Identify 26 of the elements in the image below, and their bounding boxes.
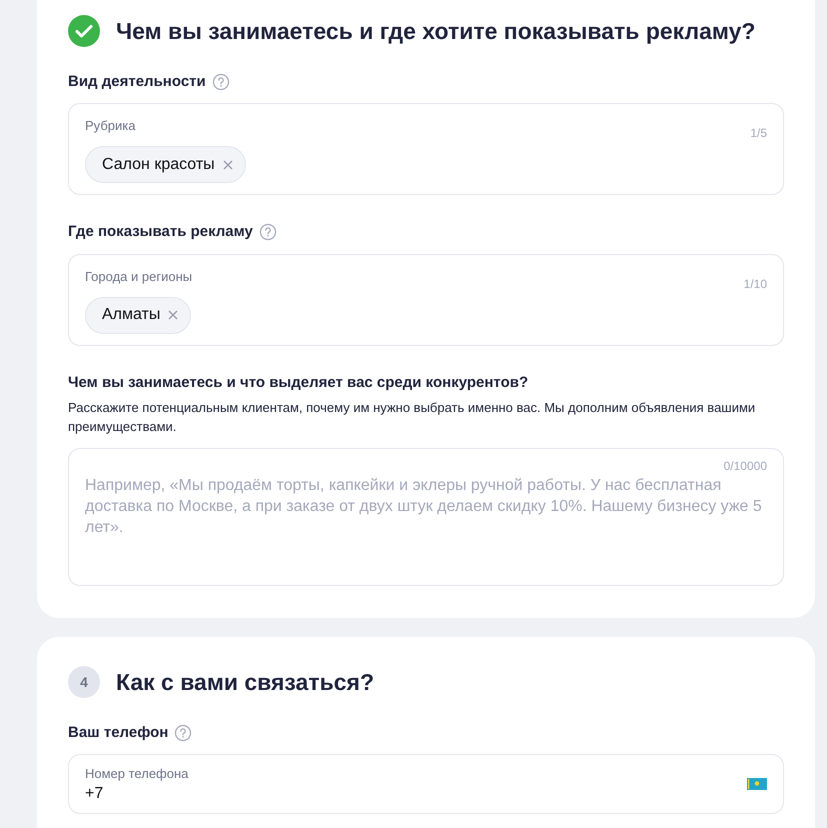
field-caption: Города и регионы bbox=[85, 268, 192, 286]
phone-value: +7 bbox=[85, 784, 104, 804]
tag-label: Алматы bbox=[102, 305, 160, 325]
field-label: Чем вы занимаетесь и что выделяет вас среди конкурентов? bbox=[68, 372, 528, 392]
section-title: Чем вы занимаетесь и где хотите показывать рекламу? bbox=[116, 17, 756, 46]
field-label: Ваш телефон bbox=[68, 722, 168, 742]
tag-label: Салон красоты bbox=[102, 154, 215, 174]
section-title: Как с вами связаться? bbox=[116, 668, 374, 697]
help-icon[interactable] bbox=[258, 223, 277, 242]
tag-input-field[interactable]: Рубрика 1/5 Салон красоты bbox=[68, 103, 784, 195]
field-label: Вид деятельности bbox=[68, 72, 206, 92]
counter: 1/5 bbox=[750, 125, 767, 142]
tag-input-field[interactable]: Города и регионы 1/10 Алматы bbox=[68, 254, 784, 346]
field-caption: Номер телефона bbox=[85, 765, 188, 784]
counter: 0/10000 bbox=[724, 458, 767, 475]
phone-field[interactable]: Номер телефона +7 bbox=[68, 754, 784, 814]
field-description: Расскажите потенциальным клиентам, почему им нужно выбрать именно вас. Мы дополним объявления вашими преимуществами. bbox=[68, 399, 756, 436]
help-icon[interactable] bbox=[212, 72, 230, 91]
close-icon[interactable] bbox=[168, 310, 178, 320]
step-number: 4 bbox=[68, 666, 100, 698]
help-icon[interactable] bbox=[174, 724, 192, 742]
close-icon[interactable] bbox=[222, 160, 233, 170]
flag-icon bbox=[747, 778, 767, 790]
field-label: Где показывать рекламу bbox=[68, 222, 253, 242]
counter: 1/10 bbox=[744, 276, 767, 292]
field-caption: Рубрика bbox=[85, 117, 136, 135]
